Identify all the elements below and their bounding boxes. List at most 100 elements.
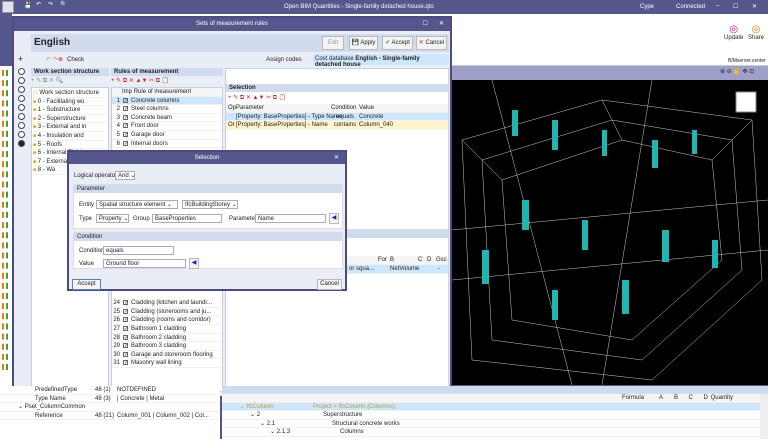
apply-button[interactable]: 💾 Apply <box>349 36 378 50</box>
selection-dialog: Selection ✕ Logical operator And ⌄ Parame… <box>67 150 347 291</box>
properties-panel: PredefinedType 48 (1) NOTDEFINED Type Name… <box>0 386 220 439</box>
table-row[interactable]: 6 ✓ Internal doors <box>112 140 222 149</box>
table-row[interactable]: 25 ✓ Cladding (storerooms and ju... <box>112 308 222 317</box>
panel-header: Work section structure <box>31 68 109 76</box>
minimize-button[interactable]: – <box>716 3 719 9</box>
radio[interactable] <box>18 104 25 111</box>
pick-parameter-button[interactable]: ◀ <box>329 213 339 224</box>
maximize-button[interactable]: ☐ <box>733 3 738 10</box>
condition-select[interactable]: equals <box>103 246 174 255</box>
add-icon[interactable]: + <box>18 54 23 64</box>
radio-column <box>18 68 30 149</box>
table-row[interactable]: 1 ✓ Concrete columns <box>112 96 222 106</box>
view-cube[interactable] <box>735 91 757 113</box>
selection-toolbar[interactable]: + ✎ ⧉ ✕ ▲▼ ✂ ⧉ 📋 <box>226 92 448 104</box>
vertical-scrollbar[interactable] <box>760 394 768 439</box>
tree-item[interactable]: ■ 5 - Roofs <box>33 141 107 150</box>
table-row[interactable]: 24 ✓ Cladding (kitchen and laundr... <box>112 299 222 308</box>
property-row[interactable]: Reference 48 (21) Column_001 | Column_002 … <box>0 412 220 421</box>
tree-item[interactable]: ■ 0 - Facilitating wo <box>33 98 107 107</box>
logical-operator-select[interactable]: And ⌄ <box>115 171 135 180</box>
tree-row[interactable]: ⌄ 2.1.3 Columns <box>222 428 768 437</box>
table-row[interactable]: 28 ✓ Bathroom 2 cladding <box>112 334 222 343</box>
update-button[interactable]: ◎ Update <box>724 24 743 41</box>
table-row[interactable]: 3 ✓ Concrete beam <box>112 114 222 123</box>
cost-database: Cost database English - Single-family de… <box>313 54 449 68</box>
check-button[interactable]: Check <box>67 57 84 63</box>
group-input[interactable]: BaseProperties <box>152 214 222 223</box>
maximize-button[interactable]: ☐ <box>423 18 428 31</box>
tree-row[interactable]: ⌄ 2 Superstructure <box>222 411 768 420</box>
tree-item[interactable]: ■ 3 - External and in <box>33 123 107 132</box>
name-header: English Edit 💾 Apply ✔ Accept ✕ Cancel <box>31 34 449 52</box>
set-name[interactable]: English <box>34 37 70 48</box>
tree-item[interactable]: ■ 1 - Substructure <box>33 106 107 115</box>
undo-icon[interactable]: ↶ <box>36 1 41 8</box>
tree-row[interactable]: ⌄ 2.1 Structural concrete works <box>222 420 768 429</box>
radio[interactable] <box>18 86 25 93</box>
cancel-button[interactable]: Cancel <box>317 279 342 290</box>
radio[interactable] <box>18 68 25 75</box>
close-button[interactable]: ✕ <box>439 18 444 31</box>
property-row[interactable]: PredefinedType 48 (1) NOTDEFINED <box>0 386 220 395</box>
value-label: Value <box>79 261 94 267</box>
accept-button[interactable]: Accept <box>72 279 101 290</box>
connection-status[interactable]: Connected <box>676 4 705 10</box>
radio[interactable] <box>18 113 25 120</box>
zoom-icons[interactable]: ⊕ ⊖ ✋ ✥ ⊡ <box>720 68 754 75</box>
table-row[interactable]: 31 ✓ Masonry wall lining <box>112 359 222 368</box>
value-input[interactable]: Ground floor <box>103 259 186 268</box>
radio[interactable] <box>18 122 25 129</box>
table-row[interactable]: 2 ✓ Steel columns <box>112 105 222 114</box>
close-button[interactable]: ✕ <box>334 152 339 164</box>
left-strip <box>0 66 12 386</box>
search-icon[interactable]: 🔍 <box>60 1 67 8</box>
share-button[interactable]: ◎ Share <box>748 24 764 41</box>
tree-item[interactable]: ■ 2 - Superstructure <box>33 115 107 124</box>
table-row[interactable]: 29 ✓ Bathroom 3 cladding <box>112 342 222 351</box>
radio-selected[interactable] <box>18 140 25 147</box>
type-label: Type <box>79 216 93 222</box>
table-row[interactable]: 27 ✓ Bathroom 1 cladding <box>112 325 222 334</box>
table-row[interactable]: 4 ✓ Front door <box>112 122 222 131</box>
table-row[interactable]: 26 ✓ Cladding (rooms and corridor) <box>112 316 222 325</box>
table-header: Imp Rule of measurement <box>112 88 222 97</box>
accept-button[interactable]: ✔ Accept <box>382 36 413 50</box>
edit-button[interactable]: Edit <box>322 36 344 50</box>
dialog-title-bar: Sets of measurement rules ☐ ✕ <box>14 18 450 31</box>
entity-select[interactable]: Spatial structure element ⌄ <box>96 200 178 209</box>
table-row[interactable]: 30 ✓ Garage and storeroom flooring <box>112 351 222 360</box>
close-button[interactable]: ✕ <box>752 3 757 10</box>
parameter-input[interactable]: Name <box>255 214 326 223</box>
pick-value-button[interactable]: ◀ <box>189 258 199 269</box>
property-group-row[interactable]: ⌄ Pset_ColumnCommon <box>0 403 220 412</box>
save-icon[interactable]: 💾 <box>24 2 31 9</box>
entity-type-select[interactable]: IfcBuildingStorey ⌄ <box>182 200 238 209</box>
type-select[interactable]: Property ⌄ <box>96 214 129 223</box>
logical-operator-label: Logical operator <box>74 173 118 179</box>
group-header: Condition <box>74 233 342 241</box>
tree-item[interactable]: ■ 4 - Insulation and <box>33 132 107 141</box>
table-row[interactable]: [Property: BaseProperties] - Type Nameeq… <box>226 112 448 122</box>
cancel-button[interactable]: ✕ Cancel <box>416 36 447 50</box>
condition-label: Condition <box>79 248 105 254</box>
user-label[interactable]: Cype <box>640 4 654 10</box>
rules-toolbar[interactable]: + ✎ ⧉ ✕ ▲▼ ✂ ⧉ 📋 <box>111 76 223 87</box>
wss-toolbar[interactable]: + ✎ ⧉ ✕ 🔍 <box>31 76 109 87</box>
undo-icon[interactable]: ↶ ↷ <box>46 56 58 63</box>
table-row[interactable]: Or[Property: BaseProperties] - Name conta… <box>226 121 448 130</box>
building-model <box>451 79 768 386</box>
measurement-tree-panel: Formula A B C D Quantity ⌄ IfcColumn Project >… <box>222 386 768 439</box>
radio[interactable] <box>18 95 25 102</box>
group-label: Group <box>133 216 150 222</box>
table-row[interactable]: 5 ✓ Garage door <box>112 131 222 140</box>
tree-root[interactable]: ▢ Work section structure <box>33 89 107 98</box>
radio[interactable] <box>18 77 25 84</box>
window-title: Open BIM Quantities - Single-family deta… <box>284 4 434 10</box>
assign-codes-button[interactable]: Assign codes <box>266 57 302 63</box>
3d-viewport[interactable] <box>451 79 768 386</box>
redo-icon[interactable]: ↷ <box>48 1 53 8</box>
tree-row[interactable]: ⌄ IfcColumn Project > IfcColumn (Columns) <box>222 402 768 412</box>
radio[interactable] <box>18 131 25 138</box>
property-row[interactable]: Type Name 48 (3) | Concrete | Metal <box>0 395 220 404</box>
